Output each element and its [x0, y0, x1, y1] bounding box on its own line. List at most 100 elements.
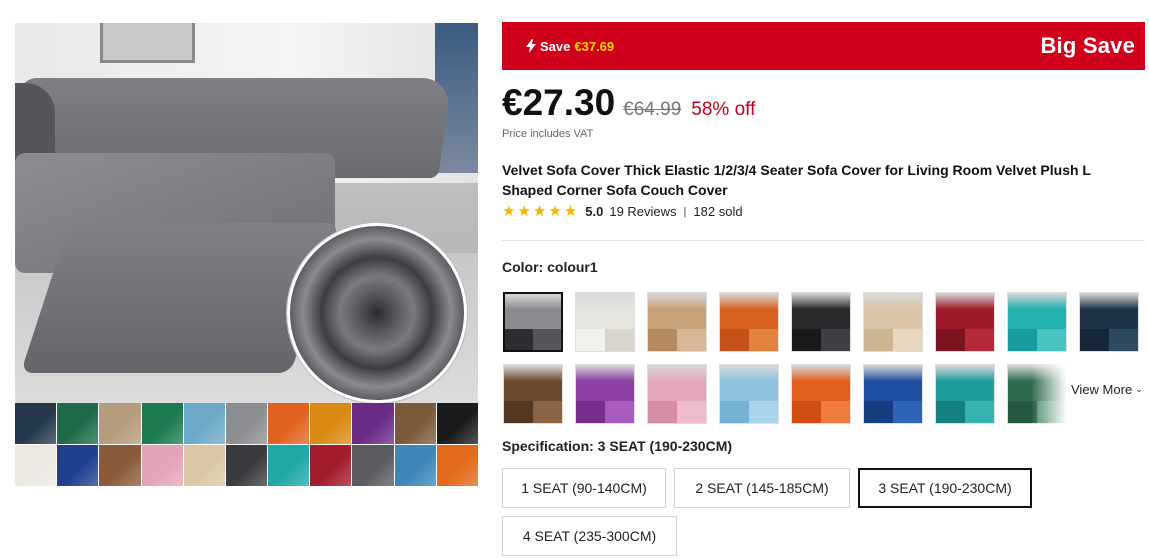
original-price: €64.99 — [623, 99, 682, 120]
fabric-swatch — [183, 403, 225, 444]
fabric-swatch — [225, 445, 268, 486]
variant-sofa-preview — [864, 293, 922, 329]
product-main-image[interactable] — [15, 23, 478, 486]
vat-note: Price includes VAT — [502, 128, 594, 140]
color-variant-colour11[interactable] — [575, 364, 635, 424]
color-variant-colour5[interactable] — [791, 292, 851, 352]
specification-label: Specification: 3 SEAT (190-230CM) — [502, 438, 733, 454]
save-prefix: Save — [540, 38, 571, 54]
star-icon: ★ — [517, 203, 531, 220]
variant-fabric-left — [864, 400, 893, 423]
variant-sofa-preview — [504, 365, 562, 401]
variant-fabric-right — [1037, 328, 1066, 351]
fabric-swatch — [394, 445, 436, 486]
fabric-swatch — [57, 445, 99, 486]
color-variant-colour6[interactable] — [863, 292, 923, 352]
chevron-down-icon: ⌄ — [1135, 384, 1143, 394]
color-variant-colour1[interactable] — [503, 292, 563, 352]
reviews-link[interactable]: 19 Reviews — [609, 204, 676, 219]
variant-fabric-left — [648, 400, 677, 423]
variant-fabric-right — [1109, 328, 1138, 351]
save-amount: €37.69 — [574, 38, 615, 54]
fabric-closeup-swirl — [287, 223, 467, 403]
color-variant-colour4[interactable] — [719, 292, 779, 352]
fabric-swatch — [436, 445, 478, 486]
fabric-swatch — [436, 403, 478, 444]
variant-fabric-right — [677, 328, 706, 351]
variant-sofa-preview — [1008, 365, 1066, 401]
fabric-swatch — [352, 403, 394, 444]
view-more-button[interactable]: View More ⌄ — [1071, 382, 1143, 397]
color-variant-colour17[interactable] — [1007, 364, 1067, 424]
spec-option-4-seat[interactable]: 4 SEAT (235-300CM) — [502, 516, 677, 556]
variant-fabric-left — [720, 328, 749, 351]
variant-fabric-right — [893, 400, 922, 423]
color-variant-colour15[interactable] — [863, 364, 923, 424]
color-variant-colour2[interactable] — [575, 292, 635, 352]
variant-fabric-left — [936, 400, 965, 423]
fabric-swatch — [394, 403, 436, 444]
star-icon: ★ — [548, 203, 562, 220]
color-variant-colour10[interactable] — [503, 364, 563, 424]
color-variant-colour7[interactable] — [935, 292, 995, 352]
star-icon: ★ — [563, 203, 578, 220]
variant-fabric-left — [648, 328, 677, 351]
variant-sofa-preview — [505, 294, 561, 329]
color-variant-colour14[interactable] — [791, 364, 851, 424]
variant-fabric-left — [936, 328, 965, 351]
variant-sofa-preview — [792, 293, 850, 329]
variant-fabric-left — [1008, 400, 1037, 423]
star-icon: ★ — [502, 203, 516, 220]
variant-fabric-right — [533, 400, 562, 423]
variant-fabric-left — [576, 400, 605, 423]
variant-fabric-left — [864, 328, 893, 351]
fabric-swatch — [99, 445, 141, 486]
variant-fabric-right — [605, 328, 634, 351]
fabric-swatch — [310, 445, 352, 486]
spec-option-2-seat[interactable]: 2 SEAT (145-185CM) — [674, 468, 850, 508]
color-label: Color: colour1 — [502, 259, 598, 275]
current-price: €27.30 — [502, 82, 616, 123]
divider — [502, 240, 1145, 241]
color-variant-colour13[interactable] — [719, 364, 779, 424]
view-more-label: View More — [1071, 382, 1133, 397]
variant-fabric-right — [821, 400, 850, 423]
variant-sofa-preview — [648, 365, 706, 401]
fabric-swatch — [57, 403, 99, 444]
price-row: €27.30 €64.99 58% off — [502, 82, 755, 124]
variant-sofa-preview — [792, 365, 850, 401]
star-icon: ★ — [532, 203, 547, 220]
fabric-swatch — [15, 445, 57, 486]
color-variant-colour16[interactable] — [935, 364, 995, 424]
variant-fabric-right — [605, 400, 634, 423]
rating-row[interactable]: ★ ★ ★ ★ ★ 5.0 19 Reviews | 182 sold — [502, 204, 743, 219]
variant-sofa-preview — [864, 365, 922, 401]
spec-option-3-seat[interactable]: 3 SEAT (190-230CM) — [858, 468, 1032, 508]
variant-sofa-preview — [720, 293, 778, 329]
fabric-swatch — [183, 445, 225, 486]
variant-sofa-preview — [576, 293, 634, 329]
separator: | — [683, 205, 687, 218]
variant-fabric-left — [504, 400, 533, 423]
sofa-photo — [15, 23, 478, 403]
sold-count: 182 sold — [693, 204, 743, 219]
rating-value: 5.0 — [585, 204, 604, 219]
variant-fabric-right — [677, 400, 706, 423]
variant-fabric-left — [1080, 328, 1109, 351]
variant-sofa-preview — [1080, 293, 1138, 329]
color-variant-colour12[interactable] — [647, 364, 707, 424]
fabric-swatch — [268, 403, 310, 444]
spec-option-1-seat[interactable]: 1 SEAT (90-140CM) — [502, 468, 666, 508]
variant-sofa-preview — [936, 365, 994, 401]
color-variant-colour3[interactable] — [647, 292, 707, 352]
fabric-swatch — [352, 445, 394, 486]
product-info-panel: Save €37.69 Big Save €27.30 €64.99 58% o… — [502, 22, 1145, 556]
color-variant-colour8[interactable] — [1007, 292, 1067, 352]
color-variant-colour9[interactable] — [1079, 292, 1139, 352]
variant-fabric-left — [505, 328, 533, 350]
save-banner: Save €37.69 Big Save — [502, 22, 1145, 70]
variant-fabric-left — [720, 400, 749, 423]
variant-sofa-preview — [576, 365, 634, 401]
variant-fabric-right — [1037, 400, 1066, 423]
variant-fabric-right — [893, 328, 922, 351]
